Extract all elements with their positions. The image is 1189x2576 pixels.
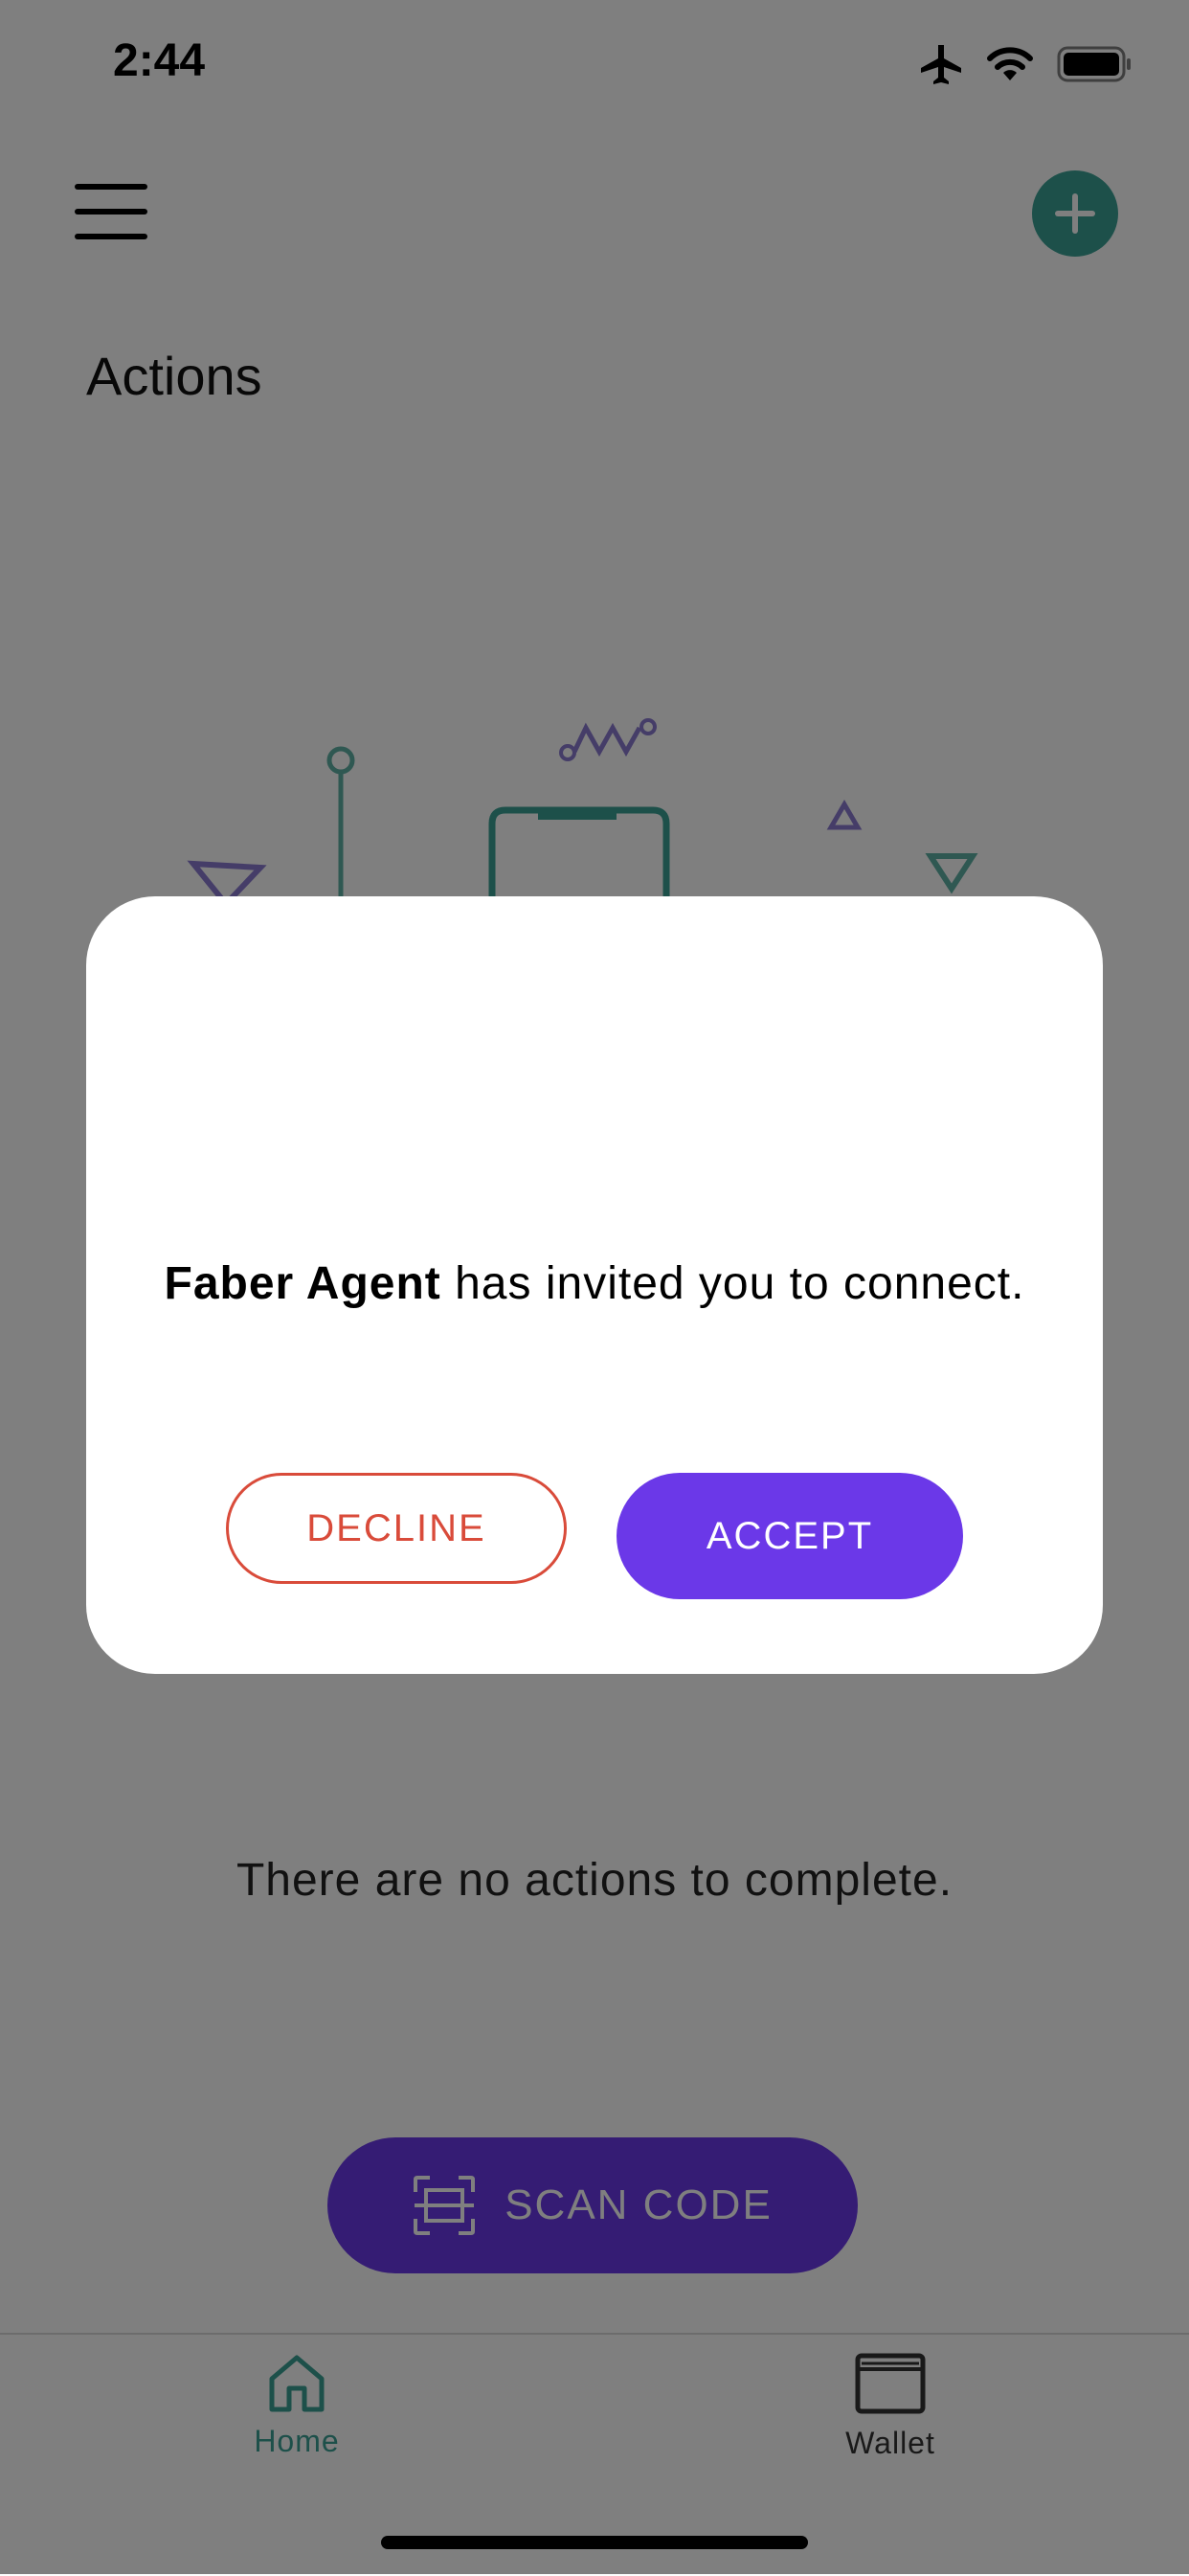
decline-button[interactable]: DECLINE bbox=[226, 1473, 567, 1584]
invitation-message: Faber Agent has invited you to connect. bbox=[86, 1256, 1103, 1312]
accept-button[interactable]: ACCEPT bbox=[617, 1473, 963, 1599]
agent-name: Faber Agent bbox=[164, 1258, 441, 1309]
invitation-text: has invited you to connect. bbox=[440, 1258, 1025, 1309]
connection-invitation-modal: Faber Agent has invited you to connect. … bbox=[86, 896, 1103, 1674]
